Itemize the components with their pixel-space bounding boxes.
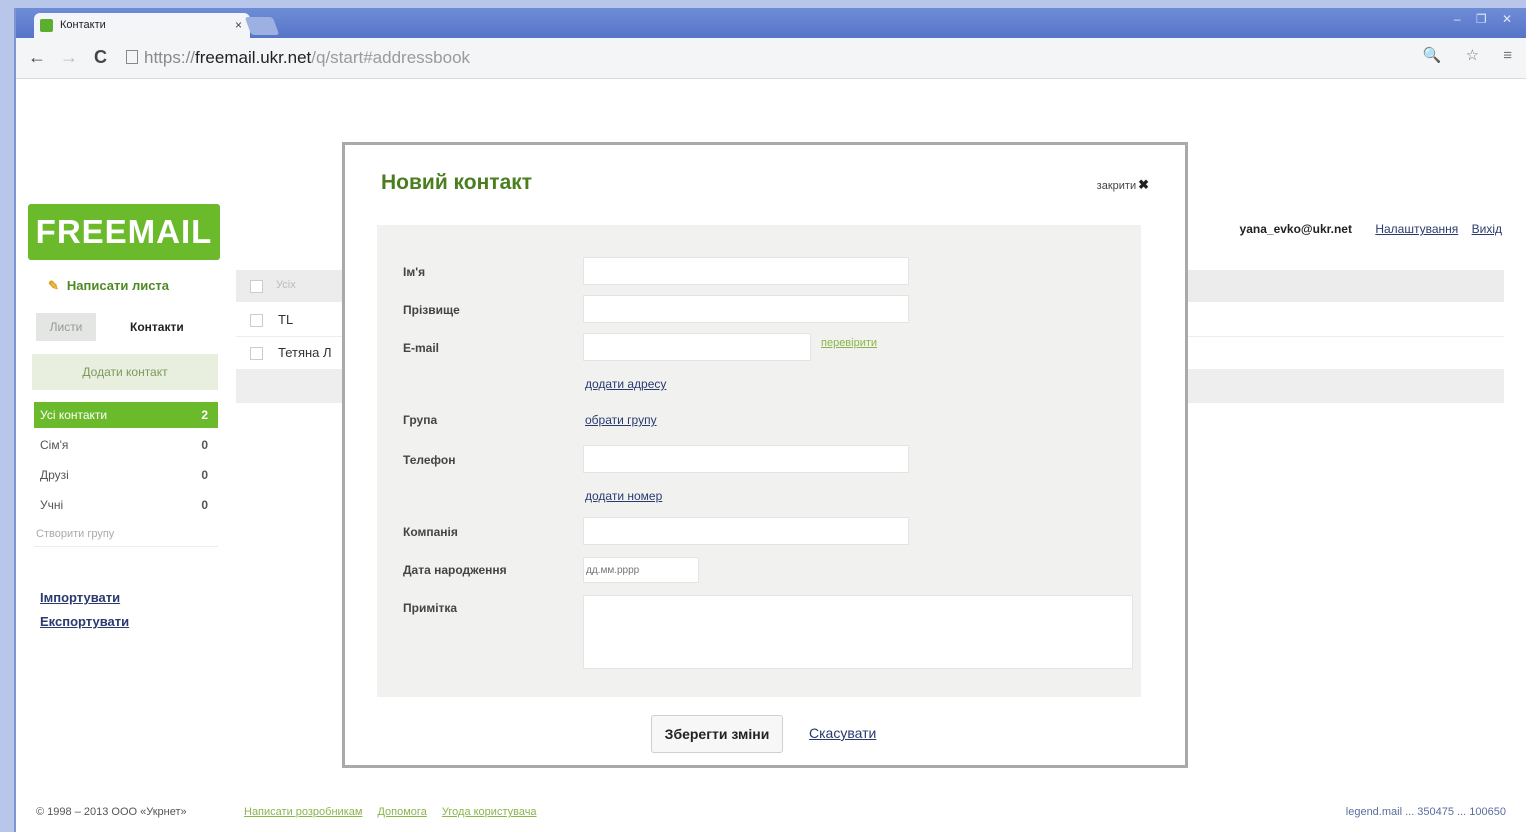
mode-tabs: Листи Контакти <box>30 313 218 341</box>
import-link[interactable]: Імпортувати <box>40 586 129 610</box>
freemail-logo[interactable]: FREEMAIL <box>28 204 220 260</box>
surname-field[interactable] <box>583 295 909 323</box>
phone-label: Телефон <box>403 453 456 467</box>
new-contact-dialog: Новий контакт закрити ✖ Ім'я Прізвище E-m… <box>342 142 1188 768</box>
add-phone-link[interactable]: додати номер <box>585 489 662 503</box>
logout-link[interactable]: Вихід <box>1472 222 1502 236</box>
group-count: 2 <box>201 408 208 422</box>
phone-field[interactable] <box>583 445 909 473</box>
close-label: закрити <box>1096 180 1137 192</box>
url-protocol: https:// <box>144 48 196 67</box>
save-button[interactable]: Зберегти зміни <box>651 715 783 753</box>
settings-link[interactable]: Налаштування <box>1375 222 1458 236</box>
choose-group-link[interactable]: обрати групу <box>585 413 657 427</box>
freemail-favicon-icon <box>40 19 53 32</box>
url-host: freemail.ukr.net <box>195 48 312 67</box>
user-email: yana_evko@ukr.net <box>1239 222 1352 236</box>
back-arrow-icon[interactable]: ← <box>28 47 46 67</box>
close-button[interactable]: закрити ✖ <box>1097 177 1149 193</box>
note-label: Примітка <box>403 601 458 615</box>
check-email-link[interactable]: перевірити <box>821 337 877 349</box>
email-label: E-mail <box>403 341 440 355</box>
group-label: Усі контакти <box>40 408 108 422</box>
contact-name: TL <box>278 312 294 327</box>
browser-tab[interactable]: Контакти × <box>34 13 250 38</box>
email-field[interactable] <box>583 333 811 361</box>
name-label: Ім'я <box>403 265 426 279</box>
group-label: Друзі <box>40 468 69 482</box>
group-friends[interactable]: Друзі 0 <box>34 462 218 492</box>
group-family[interactable]: Сім'я 0 <box>34 432 218 462</box>
add-email-link[interactable]: додати адресу <box>585 377 666 391</box>
compose-label: Написати листа <box>66 278 170 293</box>
forward-arrow-icon[interactable]: → <box>60 47 78 67</box>
group-count: 0 <box>201 468 208 482</box>
group-count: 0 <box>201 498 208 512</box>
footer-link-help[interactable]: Допомога <box>377 806 426 818</box>
new-tab-button[interactable] <box>244 17 280 35</box>
group-label: Сім'я <box>40 438 69 452</box>
pen-icon: ✎ <box>48 278 59 293</box>
user-bar: yana_evko@ukr.net Налаштування Вихід <box>1240 222 1502 236</box>
dialog-title: Новий контакт <box>381 171 533 194</box>
contact-groups: Усі контакти 2 Сім'я 0 Друзі 0 Учні 0 Ст… <box>34 402 218 547</box>
birthday-label: Дата народження <box>403 563 507 577</box>
contact-form: Ім'я Прізвище E-mail перевірити додати а… <box>377 225 1141 697</box>
new-group-input[interactable]: Створити групу <box>34 522 218 547</box>
window-controls[interactable]: – ❐ ✕ <box>1454 12 1518 26</box>
export-link[interactable]: Експортувати <box>40 610 129 634</box>
tab-close-icon[interactable]: × <box>235 13 242 38</box>
note-field[interactable] <box>583 595 1133 669</box>
compose-button[interactable]: ✎ Написати листа <box>48 278 169 294</box>
close-icon: ✖ <box>1138 177 1149 192</box>
tab-letters[interactable]: Листи <box>36 313 96 341</box>
group-label: Учні <box>40 498 64 512</box>
birthday-field[interactable] <box>583 557 699 583</box>
reload-icon[interactable]: C <box>94 47 107 67</box>
company-label: Компанія <box>403 525 458 539</box>
lock-icon <box>126 50 138 64</box>
group-count: 0 <box>201 438 208 452</box>
row-checkbox[interactable] <box>250 347 263 360</box>
row-checkbox[interactable] <box>250 314 263 327</box>
tab-title: Контакти <box>60 19 106 31</box>
footer-link-developers[interactable]: Написати розробникам <box>244 806 362 818</box>
group-label: Група <box>403 413 438 427</box>
company-field[interactable] <box>583 517 909 545</box>
footer-link-agreement[interactable]: Угода користувача <box>442 806 537 818</box>
group-all-contacts[interactable]: Усі контакти 2 <box>34 402 218 428</box>
copyright: © 1998 – 2013 ООО «Укрнет» <box>36 806 187 818</box>
name-field[interactable] <box>583 257 909 285</box>
contact-name: Тетяна Л <box>278 345 332 360</box>
import-export-links: Імпортувати Експортувати <box>40 586 129 634</box>
select-all-checkbox[interactable] <box>250 280 263 293</box>
group-students[interactable]: Учні 0 <box>34 492 218 522</box>
title-bar: Контакти × – ❐ ✕ <box>16 8 1526 38</box>
url-path: /q/start#addressbook <box>311 48 471 67</box>
select-label: Усіх <box>276 279 296 291</box>
footer-links: Написати розробникам Допомога Угода кори… <box>244 806 549 818</box>
surname-label: Прізвище <box>403 303 460 317</box>
cancel-link[interactable]: Скасувати <box>809 725 876 741</box>
address-bar[interactable]: https://freemail.ukr.net/q/start#address… <box>126 46 1486 70</box>
toolbar-icons[interactable]: 🔍 ☆ ≡ <box>1423 46 1522 64</box>
footer-counter: legend.mail ... 350475 ... 100650 <box>1345 806 1506 818</box>
add-contact-button[interactable]: Додати контакт <box>32 354 218 390</box>
browser-toolbar: ← → C https://freemail.ukr.net/q/start#a… <box>16 38 1526 79</box>
tab-contacts[interactable]: Контакти <box>130 313 184 341</box>
